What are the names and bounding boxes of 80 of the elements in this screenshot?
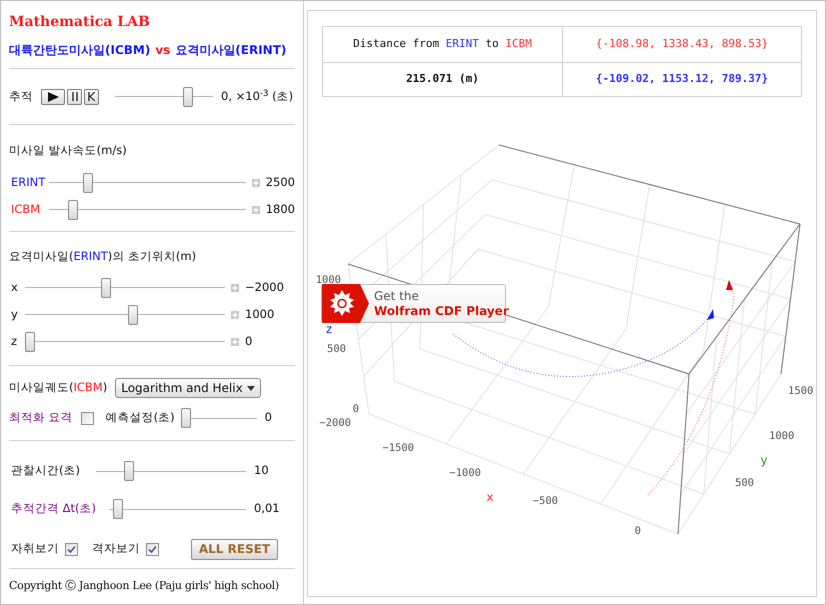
slider-label: 추적간격 Δt(초) bbox=[10, 500, 98, 518]
optimize-label: 최적화 요격 bbox=[9, 409, 73, 426]
slider-thumb[interactable] bbox=[25, 332, 35, 352]
checkmark-icon bbox=[67, 544, 76, 554]
slider-thumb[interactable] bbox=[128, 304, 138, 325]
slider-value: 1800 bbox=[266, 201, 295, 218]
tick-label: −500 bbox=[532, 495, 558, 507]
pause-icon bbox=[72, 92, 78, 101]
table-cell: {-109.02, 1153.12, 789.37} bbox=[562, 62, 802, 96]
prediction-label: 예측설정(초) bbox=[106, 409, 175, 426]
slider-track[interactable] bbox=[25, 332, 225, 352]
pause-button[interactable] bbox=[67, 88, 82, 104]
reset-button[interactable] bbox=[84, 88, 99, 104]
trajectory-label: 미사일궤도(ICBM) bbox=[9, 379, 108, 396]
slider-value: 0 bbox=[245, 333, 252, 350]
slider-track[interactable] bbox=[25, 278, 225, 298]
app-title: Mathematica LAB bbox=[9, 13, 150, 32]
axis-label: x bbox=[486, 490, 494, 504]
tick-label: 500 bbox=[327, 343, 346, 355]
subtitle-text: 요격미사일(ERINT) bbox=[175, 42, 286, 59]
tick-label: 1000 bbox=[316, 274, 341, 286]
table-cell: 215.071 (m) bbox=[322, 62, 562, 96]
tick-label: 0 bbox=[352, 403, 359, 415]
checkbox[interactable] bbox=[146, 542, 159, 556]
slider-thumb[interactable] bbox=[101, 278, 111, 298]
checkbox[interactable] bbox=[80, 412, 94, 424]
slider-thumb[interactable] bbox=[180, 408, 191, 428]
tick-label: 1500 bbox=[788, 385, 814, 397]
slider-thumb[interactable] bbox=[124, 461, 134, 481]
slider-value: 0, ×10$^{-3}$ (초) bbox=[221, 88, 294, 105]
spikey-logo-icon bbox=[322, 284, 369, 323]
slider-value: 10 bbox=[254, 462, 269, 480]
subtitle-text: vs bbox=[155, 42, 170, 59]
table-cell: {-108.98, 1338.43, 898.53} bbox=[562, 26, 802, 62]
trajectory-dropdown[interactable]: Logarithm and Helix bbox=[115, 378, 262, 398]
tick-label: −1000 bbox=[449, 467, 481, 479]
tick-label: −2000 bbox=[319, 417, 351, 429]
toggle-label: 격자보기 bbox=[92, 540, 140, 558]
slider-label: y bbox=[10, 306, 19, 324]
section-title: 미사일 발사속도(m/s) bbox=[9, 142, 128, 159]
slider-thumb[interactable] bbox=[112, 499, 123, 519]
section-title: 요격미사일(ERINT)의 초기위치(m) bbox=[9, 248, 198, 265]
slider-track[interactable] bbox=[180, 408, 257, 428]
slider-track[interactable] bbox=[96, 461, 246, 481]
slider-thumb[interactable] bbox=[182, 86, 193, 106]
slider-track[interactable] bbox=[48, 200, 246, 220]
slider-label: x bbox=[10, 279, 19, 296]
tracking-label: 추적 bbox=[9, 88, 34, 105]
table-cell: Distance from ERINT to ICBM bbox=[322, 26, 562, 62]
tick-label: −1500 bbox=[382, 442, 414, 454]
slider-label: ICBM bbox=[10, 201, 42, 218]
toggle-label: 자취보기 bbox=[11, 540, 59, 558]
slider-label: ERINT bbox=[10, 174, 46, 192]
slider-value: 0,01 bbox=[254, 500, 280, 518]
copyright-text: Copyright Ⓒ Janghoon Lee (Paju girls' high school) bbox=[9, 578, 279, 594]
slider-value: 1000 bbox=[245, 306, 274, 324]
slider-value: 0 bbox=[264, 409, 272, 426]
slider-value: 2500 bbox=[266, 174, 295, 192]
play-button[interactable] bbox=[41, 88, 65, 104]
slider-track[interactable] bbox=[25, 304, 225, 325]
all-reset-button[interactable]: ALL RESET bbox=[191, 538, 278, 560]
tick-label: 1000 bbox=[769, 430, 794, 442]
checkmark-icon bbox=[148, 544, 157, 554]
slider-thumb[interactable] bbox=[82, 172, 93, 193]
slider-track[interactable] bbox=[48, 172, 246, 193]
tick-label: 500 bbox=[735, 477, 754, 489]
caret-icon bbox=[247, 386, 256, 390]
play-icon bbox=[47, 92, 59, 102]
axis-label: z bbox=[325, 322, 333, 336]
subtitle-text: 대륙간탄도미사일(ICBM) bbox=[9, 42, 150, 59]
slider-thumb[interactable] bbox=[68, 200, 78, 220]
skip-back-icon bbox=[88, 92, 95, 101]
axis-label: y bbox=[760, 453, 768, 467]
slider-track[interactable] bbox=[115, 86, 213, 106]
slider-value: −2000 bbox=[245, 279, 284, 296]
checkbox[interactable] bbox=[65, 542, 78, 556]
tick-label: 0 bbox=[634, 525, 641, 537]
slider-label: z bbox=[10, 333, 18, 350]
slider-track[interactable] bbox=[109, 499, 246, 519]
slider-label: 관찰시간(초) bbox=[10, 462, 81, 480]
